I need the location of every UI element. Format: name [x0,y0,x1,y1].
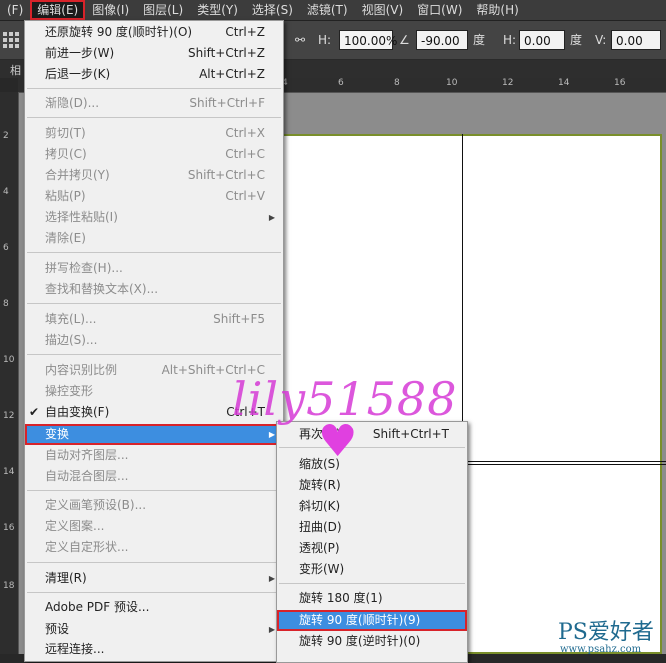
menubar: (F) 编辑(E) 图像(I) 图层(L) 类型(Y) 选择(S) 滤镜(T) … [0,0,666,21]
menu-separator [279,583,465,584]
document-tab[interactable]: 相 [10,62,21,78]
vertical-ruler: 2 4 6 8 10 12 14 16 18 [0,92,19,654]
ruler-tick: 12 [3,411,15,421]
menu-separator [27,354,281,355]
menu-item-auto-align-layers[interactable]: 自动对齐图层... [25,445,283,466]
menu-separator [27,562,281,563]
menu-select[interactable]: 选择(S) [245,0,300,20]
edit-menu: 还原旋转 90 度(顺时针)(O) Ctrl+Z 前进一步(W) Shift+Ctr… [24,20,284,662]
menu-separator [279,447,465,448]
submenu-arrow-icon: ▶ [268,213,275,222]
skew-v-label: V: [595,33,607,47]
site-logo-text: PS爱好者 [558,620,654,645]
menu-item-check-spelling[interactable]: 拼写检查(H)... [25,258,283,279]
ruler-tick: 8 [3,299,9,309]
menu-item-step-forward[interactable]: 前进一步(W) Shift+Ctrl+Z [25,43,283,64]
skew-v-field[interactable]: 0.00 [611,30,661,50]
menu-item-fade[interactable]: 渐隐(D)... Shift+Ctrl+F [25,93,283,114]
ruler-tick: 6 [3,243,9,253]
menu-window[interactable]: 窗口(W) [410,0,469,20]
menu-item-define-pattern[interactable]: 定义图案... [25,516,283,537]
menu-item-skew[interactable]: 斜切(K) [277,496,467,517]
menu-item-paste-special[interactable]: 选择性粘贴(I) ▶ [25,207,283,228]
menu-item-transform[interactable]: 变换 ▶ [25,424,283,445]
heart-icon: ♥ [318,416,358,467]
menu-item-undo[interactable]: 还原旋转 90 度(顺时针)(O) Ctrl+Z [25,22,283,43]
menu-help[interactable]: 帮助(H) [469,0,525,20]
menu-item-distort[interactable]: 扭曲(D) [277,517,467,538]
menu-image[interactable]: 图像(I) [85,0,136,20]
menu-item-find-replace[interactable]: 查找和替换文本(X)... [25,279,283,300]
ruler-tick: 18 [3,581,15,591]
menu-item-paste[interactable]: 粘贴(P) Ctrl+V [25,186,283,207]
ruler-tick: 14 [558,78,570,88]
menu-type[interactable]: 类型(Y) [190,0,245,20]
menu-item-fill[interactable]: 填充(L)... Shift+F5 [25,309,283,330]
ruler-tick: 4 [3,187,9,197]
ruler-tick: 16 [614,78,626,88]
submenu-arrow-icon: ▶ [268,625,275,634]
menu-item-rotate[interactable]: 旋转(R) [277,475,467,496]
menu-filter[interactable]: 滤镜(T) [300,0,355,20]
ruler-tick: 8 [394,78,400,88]
menu-item-copy[interactable]: 拷贝(C) Ctrl+C [25,144,283,165]
menu-item-again[interactable]: 再次(A) Shift+Ctrl+T [277,424,467,445]
menu-separator [27,592,281,593]
menu-item-perspective[interactable]: 透视(P) [277,538,467,559]
menu-separator [27,303,281,304]
skew-h-label: H: [503,33,517,47]
menu-item-rotate-180[interactable]: 旋转 180 度(1) [277,588,467,609]
skew-h-unit: 度 [570,33,583,47]
checkmark-icon: ✔ [29,405,40,419]
submenu-arrow-icon: ▶ [268,574,275,583]
ruler-tick: 14 [3,467,15,477]
menu-item-rotate-90-cw[interactable]: 旋转 90 度(顺时针)(9) [277,610,467,631]
menu-item-presets[interactable]: 预设 ▶ [25,619,283,640]
menu-item-auto-blend-layers[interactable]: 自动混合图层... [25,466,283,487]
menu-layer[interactable]: 图层(L) [136,0,190,20]
ruler-tick: 6 [338,78,344,88]
skew-h-field[interactable]: 0.00 [519,30,565,50]
menu-item-scale[interactable]: 缩放(S) [277,454,467,475]
ruler-tick: 2 [3,131,9,141]
menu-edit[interactable]: 编辑(E) [30,0,86,20]
height-label: H: [318,33,332,47]
menu-separator [27,490,281,491]
submenu-arrow-icon: ▶ [268,430,275,439]
menu-view[interactable]: 视图(V) [355,0,411,20]
menu-separator [27,117,281,118]
rotate-angle-field[interactable]: -90.00 [416,30,468,50]
site-url-text: www.psahz.com [560,644,642,655]
ruler-tick: 10 [446,78,458,88]
menu-item-cut[interactable]: 剪切(T) Ctrl+X [25,123,283,144]
menu-item-define-brush[interactable]: 定义画笔预设(B)... [25,495,283,516]
menu-item-copy-merged[interactable]: 合并拷贝(Y) Shift+Ctrl+C [25,165,283,186]
ruler-tick: 12 [502,78,514,88]
menu-item-define-shape[interactable]: 定义自定形状... [25,537,283,558]
angle-unit: 度 [473,33,486,47]
menu-item-warp[interactable]: 变形(W) [277,559,467,580]
transform-submenu: 再次(A) Shift+Ctrl+T 缩放(S) 旋转(R) 斜切(K) 扭曲(D… [276,421,468,663]
reference-point-icon[interactable] [2,31,20,51]
menu-item-rotate-90-ccw[interactable]: 旋转 90 度(逆时针)(0) [277,631,467,652]
site-logo-watermark: PS爱好者 www.psahz.com [558,614,654,655]
menu-item-adobe-pdf-presets[interactable]: Adobe PDF 预设... [25,597,283,618]
menu-file[interactable]: (F) [0,0,30,20]
link-icon[interactable]: ⚯ [295,30,305,50]
height-percent-field[interactable]: 100.00% [339,30,397,50]
ruler-tick: 16 [3,523,15,533]
menu-item-clear[interactable]: 清除(E) [25,228,283,249]
menu-item-stroke[interactable]: 描边(S)... [25,330,283,351]
menu-separator [27,252,281,253]
ruler-tick: 10 [3,355,15,365]
menu-separator [27,88,281,89]
angle-icon: ∠ [399,33,410,47]
menu-item-step-backward[interactable]: 后退一步(K) Alt+Ctrl+Z [25,64,283,85]
menu-item-remote-connections[interactable]: 远程连接... [25,639,283,660]
menu-item-purge[interactable]: 清理(R) ▶ [25,568,283,589]
